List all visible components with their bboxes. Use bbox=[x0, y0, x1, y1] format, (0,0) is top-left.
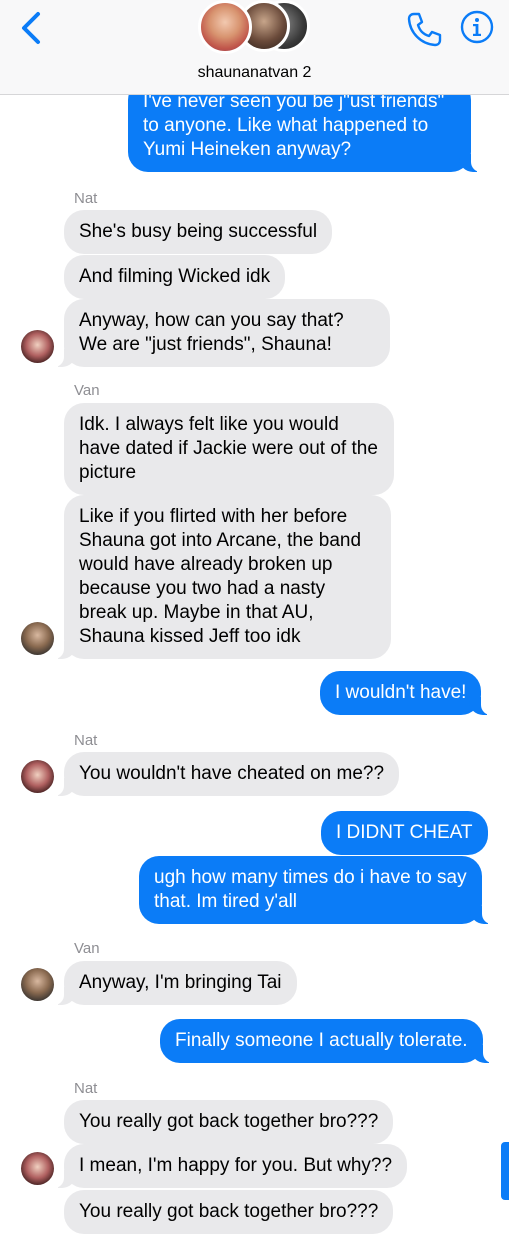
info-icon[interactable] bbox=[460, 10, 494, 44]
message-bubble-incoming[interactable]: Idk. I always felt like you would have d… bbox=[64, 403, 394, 495]
scroll-indicator[interactable] bbox=[501, 1142, 509, 1200]
group-avatar-stack[interactable] bbox=[198, 0, 318, 54]
conversation-title[interactable]: shaunanatvan 2 bbox=[0, 64, 509, 82]
sender-label: Nat bbox=[74, 1080, 98, 1097]
message-bubble-outgoing[interactable]: I wouldn't have! bbox=[320, 671, 496, 715]
message-bubble-incoming[interactable]: I mean, I'm happy for you. But why?? bbox=[49, 1144, 408, 1188]
avatar[interactable] bbox=[21, 622, 54, 655]
avatar[interactable] bbox=[21, 760, 54, 793]
message-bubble-incoming[interactable]: Anyway, I'm bringing Tai bbox=[50, 961, 297, 1005]
message-bubble-incoming[interactable]: You really got back together bro??? bbox=[64, 1190, 394, 1234]
sender-label: Nat bbox=[74, 190, 98, 207]
message-bubble-outgoing[interactable]: I DIDNT CHEAT bbox=[321, 811, 488, 855]
message-bubble-incoming[interactable]: And filming Wicked idk bbox=[64, 255, 286, 299]
avatar[interactable] bbox=[21, 968, 54, 1001]
message-bubble-incoming[interactable]: She's busy being successful bbox=[64, 210, 333, 254]
phone-icon[interactable] bbox=[405, 10, 443, 48]
sender-label: Nat bbox=[74, 732, 98, 749]
sender-label: Van bbox=[74, 940, 100, 957]
avatar[interactable] bbox=[21, 330, 54, 363]
chevron-left-icon[interactable] bbox=[16, 10, 46, 46]
message-bubble-incoming[interactable]: Like if you flirted with her before Shau… bbox=[50, 495, 391, 659]
message-bubble-incoming[interactable]: You wouldn't have cheated on me?? bbox=[49, 752, 400, 796]
message-bubble-incoming[interactable]: You really got back together bro??? bbox=[64, 1100, 394, 1144]
avatar bbox=[198, 0, 252, 54]
message-bubble-incoming[interactable]: Anyway, how can you say that? We are "ju… bbox=[50, 299, 390, 367]
message-bubble-outgoing[interactable]: ugh how many times do i have to say that… bbox=[139, 856, 496, 924]
message-bubble-outgoing[interactable]: Finally someone I actually tolerate. bbox=[160, 1019, 497, 1063]
conversation-header: shaunanatvan 2 bbox=[0, 0, 509, 95]
avatar[interactable] bbox=[21, 1152, 54, 1185]
sender-label: Van bbox=[74, 382, 100, 399]
